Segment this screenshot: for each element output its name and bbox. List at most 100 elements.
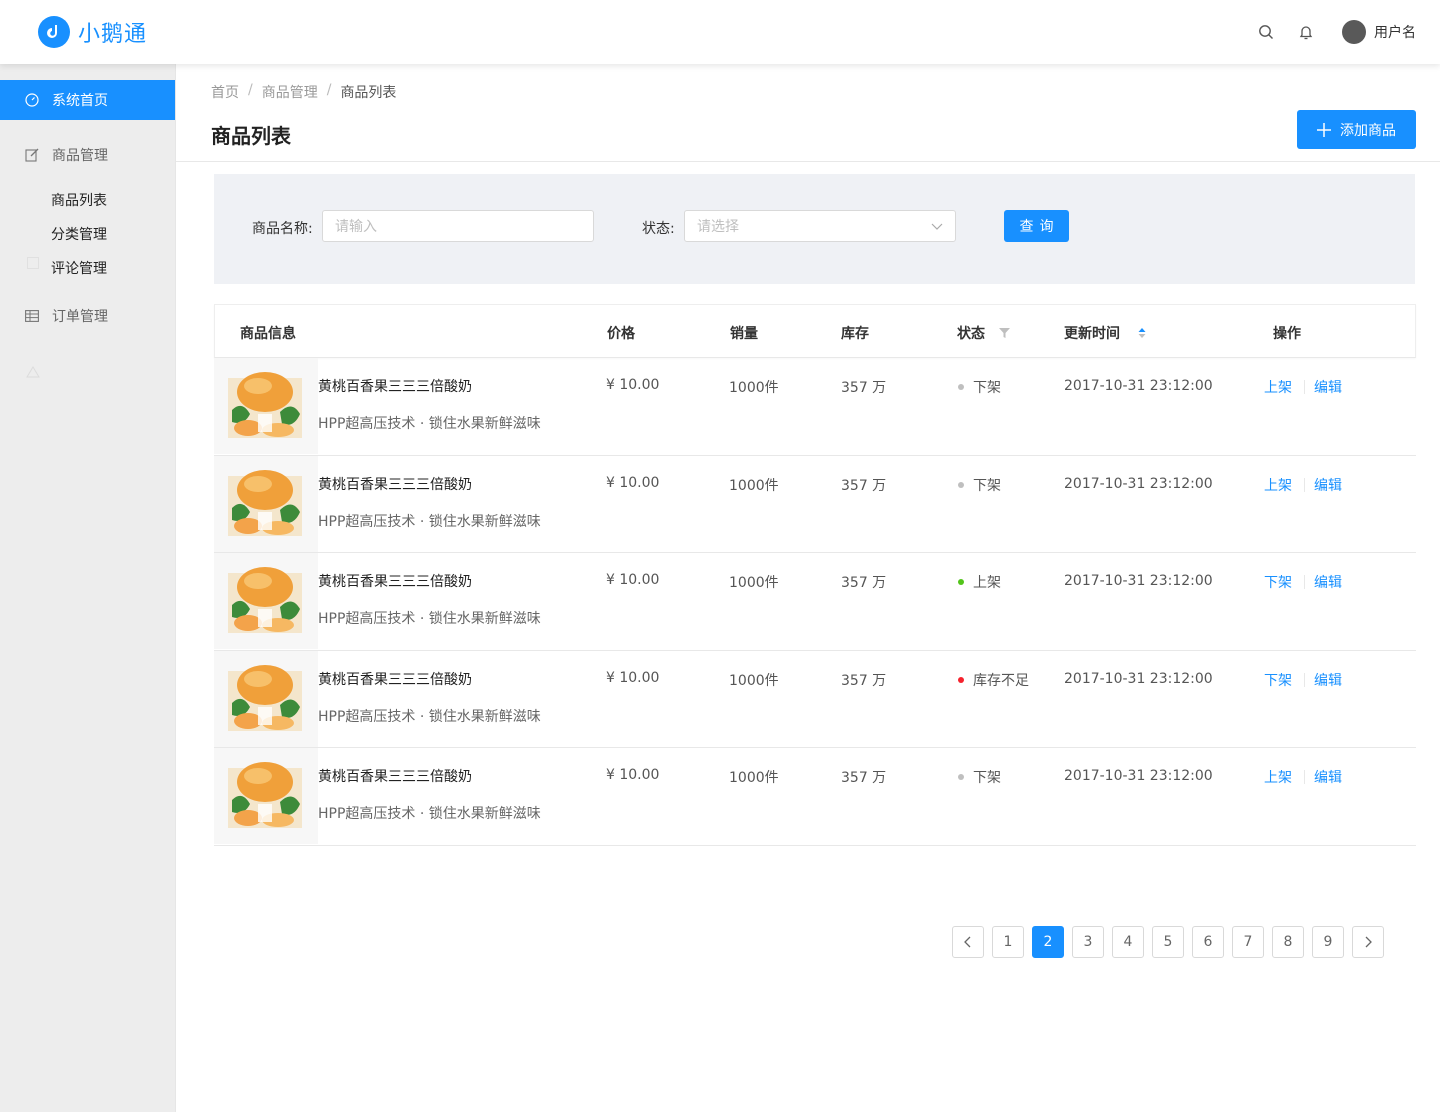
edit-link[interactable]: 编辑	[1314, 377, 1342, 397]
goose-logo-icon	[38, 16, 70, 48]
edit-link[interactable]: 编辑	[1314, 475, 1342, 495]
avatar[interactable]	[1342, 20, 1366, 44]
square-icon	[25, 255, 41, 271]
product-name-input[interactable]: 请输入	[322, 210, 594, 242]
sidebar-subitem-categories[interactable]: 分类管理	[51, 224, 107, 244]
plus-icon	[1317, 120, 1331, 140]
add-product-label: 添加商品	[1340, 122, 1396, 139]
top-header: 小鹅通 用户名	[0, 0, 1440, 64]
breadcrumb: 首页 / 商品管理 / 商品列表	[211, 82, 397, 102]
page-button[interactable]: 1	[992, 926, 1024, 958]
product-price: ¥ 10.00	[606, 474, 660, 491]
add-product-button[interactable]: 添加商品	[1297, 110, 1416, 149]
app-name: 小鹅通	[78, 22, 148, 47]
divider	[1304, 770, 1305, 785]
status-dot-icon	[958, 579, 964, 586]
edit-link[interactable]: 编辑	[1314, 670, 1342, 690]
sidebar-subitem-reviews[interactable]: 评论管理	[51, 258, 107, 278]
prev-page-button[interactable]	[952, 926, 984, 958]
main-content: 首页 / 商品管理 / 商品列表 商品列表 添加商品 商品名称: 请输入 状态:…	[176, 64, 1440, 1112]
username[interactable]: 用户名	[1374, 22, 1416, 42]
page-button[interactable]: 5	[1152, 926, 1184, 958]
dashboard-icon	[24, 92, 40, 108]
col-sales: 销量	[730, 326, 758, 342]
app-logo[interactable]: 小鹅通	[38, 16, 147, 48]
next-page-button[interactable]	[1352, 926, 1384, 958]
product-desc: HPP超高压技术 · 锁住水果新鲜滋味	[318, 416, 541, 432]
bell-icon[interactable]	[1294, 20, 1318, 44]
breadcrumb-products[interactable]: 商品管理	[262, 82, 318, 102]
product-price: ¥ 10.00	[606, 377, 660, 393]
divider	[1304, 672, 1305, 687]
sidebar-item-dashboard[interactable]: 系统首页	[0, 80, 175, 120]
sort-icon[interactable]	[1138, 327, 1146, 339]
page-button[interactable]: 2	[1032, 926, 1064, 958]
product-sales: 1000件	[729, 477, 779, 494]
sidebar-item-label: 系统首页	[52, 93, 108, 109]
table-row: 黄桃百香果三三三倍酸奶 HPP超高压技术 · 锁住水果新鲜滋味 ¥ 10.00 100…	[214, 358, 1416, 456]
product-updated: 2017-10-31 23:12:00	[1064, 670, 1213, 687]
product-updated: 2017-10-31 23:12:00	[1064, 768, 1213, 785]
product-thumbnail[interactable]	[214, 358, 318, 454]
chevron-down-icon	[931, 220, 943, 236]
col-status: 状态	[957, 323, 1010, 343]
status-badge: 下架	[958, 475, 1001, 495]
page-button[interactable]: 6	[1192, 926, 1224, 958]
table-icon	[24, 308, 40, 324]
toggle-shelf-link[interactable]: 上架	[1264, 475, 1292, 495]
product-thumbnail[interactable]	[214, 650, 318, 747]
sidebar-item-products[interactable]: 商品管理	[0, 135, 175, 175]
filter-icon[interactable]	[999, 328, 1010, 338]
product-updated: 2017-10-31 23:12:00	[1064, 475, 1213, 492]
page-button[interactable]: 3	[1072, 926, 1104, 958]
status-badge: 下架	[958, 767, 1001, 787]
edit-link[interactable]: 编辑	[1314, 572, 1342, 592]
product-thumbnail[interactable]	[214, 748, 318, 845]
pagination: 123456789	[952, 926, 1392, 958]
page-button[interactable]: 7	[1232, 926, 1264, 958]
status-label: 状态:	[642, 221, 675, 237]
toggle-shelf-link[interactable]: 上架	[1264, 767, 1292, 787]
product-name[interactable]: 黄桃百香果三三三倍酸奶	[318, 766, 472, 786]
triangle-icon	[25, 364, 41, 380]
page-button[interactable]: 4	[1112, 926, 1144, 958]
status-dot-icon	[958, 774, 964, 781]
sidebar-item-orders[interactable]: 订单管理	[0, 296, 175, 336]
page-button[interactable]: 8	[1272, 926, 1304, 958]
table-header: 商品信息 价格 销量 库存 状态 更新时间 操作	[214, 304, 1416, 358]
product-desc: HPP超高压技术 · 锁住水果新鲜滋味	[318, 708, 541, 725]
product-name[interactable]: 黄桃百香果三三三倍酸奶	[318, 474, 472, 494]
product-name[interactable]: 黄桃百香果三三三倍酸奶	[318, 571, 472, 591]
query-button[interactable]: 查询	[1004, 210, 1069, 242]
page-title: 商品列表	[211, 124, 291, 148]
product-name[interactable]: 黄桃百香果三三三倍酸奶	[318, 669, 472, 689]
product-thumbnail[interactable]	[214, 553, 318, 650]
breadcrumb-current: 商品列表	[340, 85, 397, 101]
product-price: ¥ 10.00	[606, 572, 660, 589]
col-updated: 更新时间	[1064, 323, 1146, 343]
toggle-shelf-link[interactable]: 下架	[1264, 670, 1292, 690]
edit-link[interactable]: 编辑	[1314, 767, 1342, 787]
status-badge: 下架	[958, 377, 1001, 397]
product-name-label: 商品名称:	[252, 221, 313, 237]
search-icon[interactable]	[1254, 20, 1278, 44]
page-button[interactable]: 9	[1312, 926, 1344, 958]
product-table: 商品信息 价格 销量 库存 状态 更新时间 操作 黄桃百香果三三三倍酸奶 HPP超…	[214, 304, 1416, 846]
col-info: 商品信息	[240, 326, 296, 342]
status-badge: 上架	[958, 572, 1001, 592]
product-name[interactable]: 黄桃百香果三三三倍酸奶	[318, 376, 472, 396]
product-stock: 357 万	[841, 672, 887, 689]
toggle-shelf-link[interactable]: 上架	[1264, 377, 1292, 397]
sidebar-subitem-product-list[interactable]: 商品列表	[51, 190, 107, 210]
product-desc: HPP超高压技术 · 锁住水果新鲜滋味	[318, 513, 541, 530]
divider	[176, 161, 1440, 162]
product-thumbnail[interactable]	[214, 455, 318, 552]
divider	[1304, 477, 1305, 492]
status-select[interactable]: 请选择	[684, 210, 956, 242]
breadcrumb-home[interactable]: 首页	[211, 82, 239, 102]
product-stock: 357 万	[841, 380, 887, 396]
chevron-right-icon	[1365, 936, 1372, 948]
toggle-shelf-link[interactable]: 下架	[1264, 572, 1292, 592]
sidebar: 系统首页 商品管理 商品列表 分类管理 评论管理 订单管理	[0, 64, 176, 1112]
status-dot-icon	[958, 676, 964, 683]
